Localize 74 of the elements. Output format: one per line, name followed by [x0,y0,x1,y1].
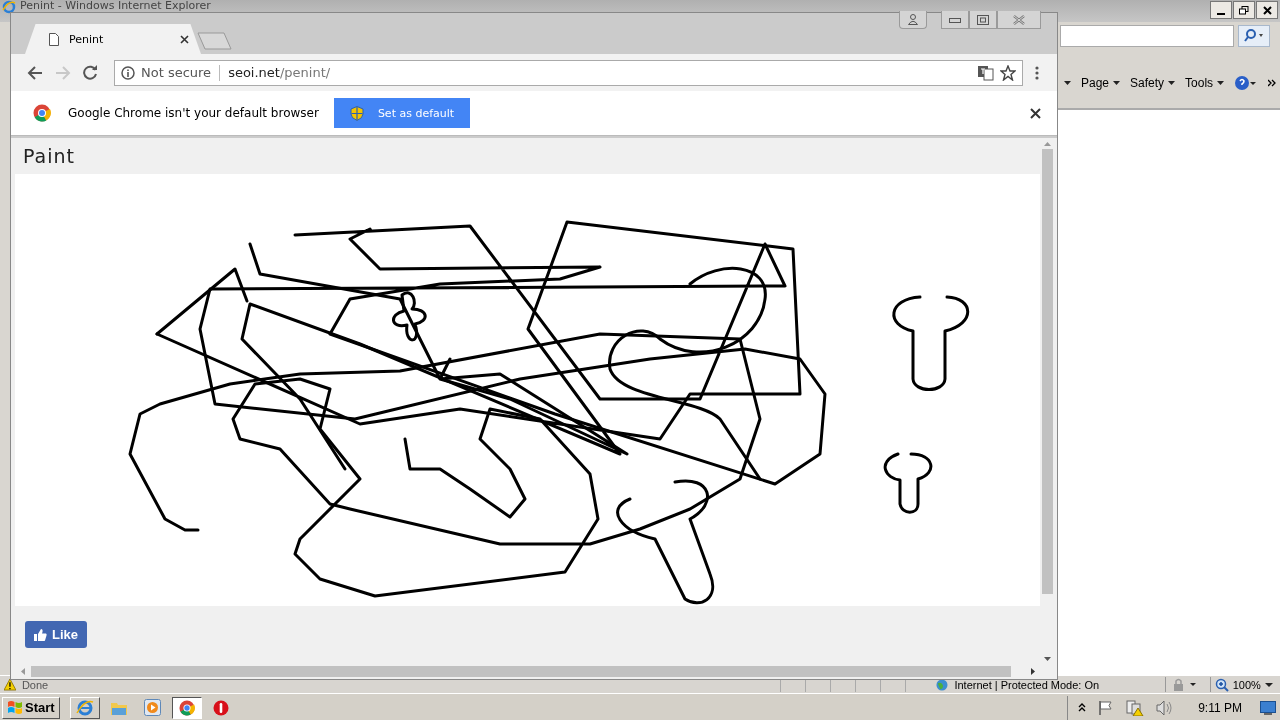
chevron-up-icon[interactable] [1078,703,1087,712]
scroll-left-icon [21,667,25,675]
page-title: Paint [23,145,76,167]
search-icon [1243,28,1265,44]
translate-icon[interactable] [978,64,994,81]
back-icon[interactable] [27,65,43,80]
security-zone-text: Internet | Protected Mode: On [954,678,1101,691]
close-icon [1013,14,1025,25]
show-desktop-icon[interactable] [1260,700,1276,715]
window-title: Penint - Windows Internet Explorer [20,0,211,11]
thumbs-up-icon [34,628,47,641]
close-tab-icon[interactable] [180,34,189,44]
speaker-icon[interactable] [1156,699,1175,716]
caret-icon [1113,81,1121,85]
restore-button[interactable] [1233,1,1255,19]
stop-icon [212,699,229,716]
minimize-icon [1217,13,1225,15]
profile-button[interactable] [899,11,927,29]
close-icon [1262,5,1272,15]
search-field[interactable] [1060,25,1234,47]
scroll-up-icon [1044,142,1051,146]
page-icon [49,32,59,46]
maximize-icon [977,14,989,25]
minimize-icon [949,16,961,23]
status-text: Done [21,678,50,691]
info-icon[interactable] [121,65,135,80]
restore-icon [1239,5,1249,15]
address-bar[interactable]: Not secure seoi.net/penint/ [114,59,1023,86]
minimize-button[interactable] [1210,1,1232,19]
browser-logo-icon [2,0,16,14]
menu-button[interactable]: Safety [1130,76,1176,90]
browser-logo-icon [75,698,94,717]
chevron-icon[interactable] [1268,79,1277,87]
windows-logo-icon [7,700,23,715]
menu-icon[interactable] [1035,65,1039,80]
shield-icon [349,105,364,121]
network-warning-icon[interactable] [1126,699,1145,716]
close-button[interactable] [1256,1,1278,19]
reload-icon[interactable] [83,65,98,80]
person-icon [908,14,918,25]
close-icon[interactable] [1030,107,1041,119]
scroll-right-icon [1031,667,1035,675]
url-text: seoi.net/penint/ [228,65,331,80]
flag-icon[interactable] [1098,699,1115,716]
taskbar-app-button[interactable] [171,696,202,719]
warning-icon [4,678,16,691]
caret-icon [1168,81,1176,85]
play-icon [144,699,162,716]
set-default-button[interactable]: Set as default [333,98,471,128]
caret-icon [1264,682,1273,687]
horizontal-scrollbar[interactable] [11,663,1057,679]
zoom-button[interactable]: 100% [1209,677,1280,692]
chrome-logo-icon [178,699,195,716]
drawing-canvas[interactable] [15,174,1040,606]
chrome-logo-icon [33,104,51,122]
browser-tab[interactable]: Penint [25,24,201,54]
maximize-button[interactable] [969,11,997,29]
scroll-down-icon [1044,657,1051,661]
caret-icon [1217,81,1225,85]
search-button[interactable] [1238,25,1270,47]
tab-title: Penint [69,32,105,46]
scroll-thumb[interactable] [31,665,1011,677]
clock: 9:11 PM [1198,700,1242,715]
security-label: Not secure [141,65,212,80]
start-button[interactable]: Start [2,696,60,719]
help-icon[interactable] [1234,75,1259,91]
infobar-message: Google Chrome isn't your default browser [68,106,319,120]
menu-button[interactable]: Page [1081,76,1121,90]
scroll-thumb[interactable] [1042,149,1053,594]
star-icon[interactable] [1000,64,1016,81]
like-button[interactable]: Like [25,621,87,648]
menu-button[interactable]: Tools [1185,76,1225,90]
zoom-icon [1214,677,1229,692]
caret-icon[interactable] [1064,81,1071,85]
